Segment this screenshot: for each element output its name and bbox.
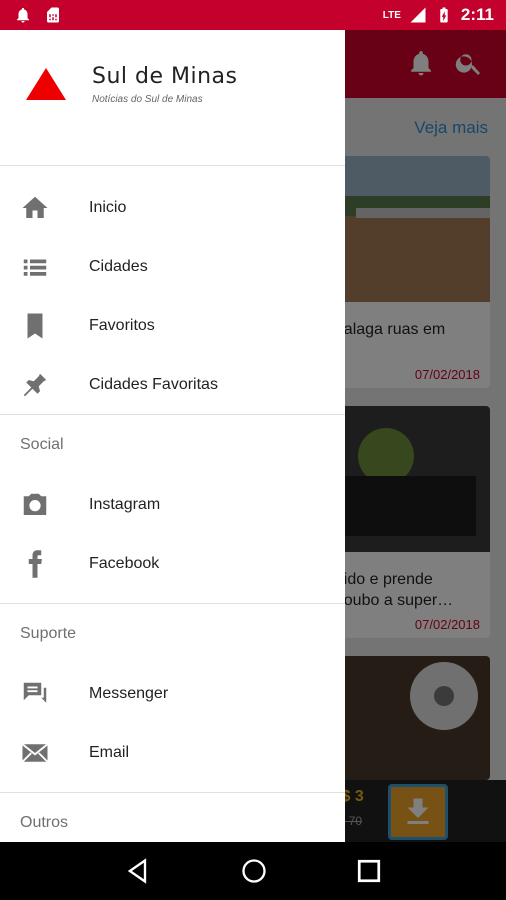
nav-item-cidades-favoritas[interactable]: Cidades Favoritas [0, 355, 345, 414]
nav-label: Cidades Favoritas [89, 375, 218, 393]
section-title-social: Social [20, 436, 64, 453]
logo-icon [26, 68, 66, 100]
home-icon [20, 193, 50, 223]
bell-icon [17, 7, 29, 23]
nav-label: Facebook [89, 554, 160, 572]
home-button-icon[interactable] [240, 857, 268, 885]
nav-label: Instagram [89, 495, 161, 513]
nav-item-messenger[interactable]: Messenger [0, 664, 345, 723]
nav-label: Favoritos [89, 316, 155, 334]
nav-item-instagram[interactable]: Instagram [0, 475, 345, 534]
facebook-icon [20, 549, 50, 579]
list-icon [20, 252, 50, 282]
support-section: Suporte Messenger Email [0, 603, 345, 782]
clock: 2:11 [460, 5, 494, 24]
battery-icon [440, 7, 448, 23]
social-section: Social Instagram Facebook [0, 414, 345, 593]
nav-label: Cidades [89, 257, 148, 275]
signal-icon [410, 7, 426, 23]
network-type: LTE [382, 9, 401, 21]
status-bar: LTE 2:11 [0, 0, 506, 30]
section-title-suporte: Suporte [20, 625, 77, 642]
bookmark-icon [20, 311, 50, 341]
navigation-drawer: Sul de Minas Notícias do Sul de Minas In… [0, 30, 345, 842]
others-section: Outros [0, 792, 345, 842]
section-title-outros: Outros [20, 814, 69, 831]
email-icon [20, 738, 50, 768]
camera-icon [20, 490, 50, 520]
brand-title: Sul de Minas [92, 64, 238, 89]
recents-icon[interactable] [356, 858, 382, 884]
nav-item-facebook[interactable]: Facebook [0, 534, 345, 593]
brand-subtitle: Notícias do Sul de Minas [92, 94, 203, 105]
nav-item-email[interactable]: Email [0, 723, 345, 782]
chat-icon [20, 679, 50, 709]
nav-label: Email [89, 743, 130, 761]
nav-item-cidades[interactable]: Cidades [0, 237, 345, 296]
sim-card-icon [47, 7, 59, 23]
nav-item-favoritos[interactable]: Favoritos [0, 296, 345, 355]
system-nav-bar [0, 842, 506, 900]
nav-label: Messenger [89, 684, 169, 702]
back-icon[interactable] [124, 857, 152, 885]
drawer-header: Sul de Minas Notícias do Sul de Minas [0, 30, 345, 166]
pin-icon [20, 370, 50, 400]
nav-label: Inicio [89, 198, 127, 216]
nav-item-inicio[interactable]: Inicio [0, 178, 345, 237]
